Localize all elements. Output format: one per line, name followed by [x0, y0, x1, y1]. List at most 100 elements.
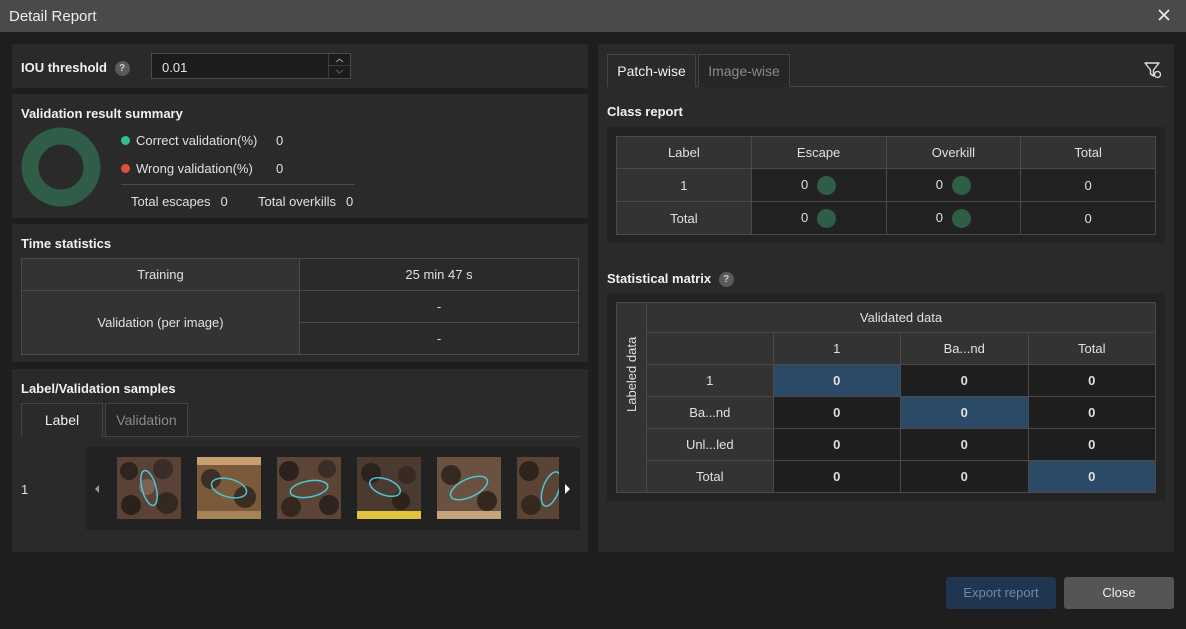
sample-row-label: 1: [21, 482, 29, 497]
escape-value: 0: [801, 176, 809, 192]
status-circle-icon: [817, 175, 837, 195]
tab-image-wise[interactable]: Image-wise: [698, 54, 790, 87]
matrix-row-header: 1: [646, 364, 774, 397]
overkill-value: 0: [935, 176, 943, 192]
time-title: Time statistics: [21, 236, 112, 251]
summary-donut-chart: [21, 127, 101, 207]
matrix-cell: 0: [899, 364, 1029, 397]
iou-stepper[interactable]: [328, 54, 350, 78]
escapes-value: 0: [220, 194, 228, 209]
iou-threshold-input[interactable]: 0.01: [151, 53, 351, 79]
escapes-label: Total escapes: [131, 194, 211, 209]
matrix-col-header: Total: [1027, 332, 1156, 365]
samples-tab-underline: [21, 436, 579, 437]
stepper-up-button[interactable]: [329, 54, 350, 66]
matrix-cell: 0: [1027, 364, 1156, 397]
matrix-title-text: Statistical matrix: [607, 271, 712, 286]
class-header-escape: Escape: [750, 136, 887, 169]
class-report-title: Class report: [607, 104, 683, 119]
matrix-cell: 0: [1027, 460, 1156, 493]
stepper-down-button[interactable]: [329, 66, 350, 78]
tab-patch-wise[interactable]: Patch-wise: [607, 54, 696, 87]
class-header-label: Label: [616, 136, 752, 169]
help-icon[interactable]: ?: [114, 61, 130, 77]
class-total-value: 0: [1020, 168, 1156, 202]
sample-thumbnail[interactable]: [437, 457, 501, 519]
validation-label: Validation (per image): [21, 290, 300, 355]
status-circle-icon: [817, 208, 837, 228]
matrix-cell: 0: [772, 364, 901, 397]
wrong-dot-icon: [121, 164, 130, 173]
class-row-label: Total: [616, 201, 752, 235]
chevron-left-icon[interactable]: [92, 483, 102, 495]
validated-data-header: Validated data: [646, 302, 1156, 333]
sample-thumbnail[interactable]: [357, 457, 421, 519]
tab-validation[interactable]: Validation: [105, 403, 188, 436]
wrong-label: Wrong validation(%): [136, 161, 253, 176]
iou-label-text: IOU threshold: [21, 60, 107, 75]
correct-dot-icon: [121, 136, 130, 145]
chevron-up-icon: [335, 58, 344, 63]
matrix-corner: [646, 332, 774, 365]
export-report-button[interactable]: Export report: [946, 577, 1056, 609]
class-total-value: 0: [1020, 201, 1156, 235]
correct-value: 0: [276, 133, 284, 148]
escapes-row: Total escapes 0: [131, 194, 228, 209]
validation-value-2: -: [299, 322, 579, 355]
matrix-col-header: Ba...nd: [899, 332, 1029, 365]
summary-divider: [121, 184, 355, 185]
iou-label: IOU threshold ?: [21, 60, 130, 77]
class-overkill-cell: 0: [885, 168, 1022, 202]
help-icon[interactable]: ?: [718, 272, 734, 288]
close-button[interactable]: Close: [1064, 577, 1174, 609]
iou-threshold-value: 0.01: [162, 60, 188, 75]
matrix-row-header: Unl...led: [646, 428, 774, 461]
chevron-right-icon[interactable]: [562, 482, 572, 496]
sample-thumbnail[interactable]: [517, 457, 559, 519]
training-value: 25 min 47 s: [299, 258, 579, 291]
correct-label: Correct validation(%): [136, 133, 258, 148]
statistical-matrix-table: Labeled data Validated data 1 Ba...nd To…: [616, 302, 1156, 493]
summary-title: Validation result summary: [21, 106, 183, 121]
samples-title: Label/Validation samples: [21, 381, 176, 396]
tab-label[interactable]: Label: [21, 403, 103, 437]
class-report-table: Label Escape Overkill Total 1 0 0 0 Tota…: [616, 136, 1156, 235]
matrix-cell: 0: [1027, 396, 1156, 429]
status-circle-icon: [952, 175, 971, 195]
correct-legend: Correct validation(%) 0: [121, 133, 283, 148]
close-icon[interactable]: [1156, 7, 1172, 23]
class-escape-cell: 0: [750, 168, 887, 202]
matrix-cell: 0: [772, 396, 901, 429]
filter-settings-icon[interactable]: [1143, 60, 1163, 80]
sample-thumbnail[interactable]: [197, 457, 261, 519]
matrix-cell: 0: [772, 460, 901, 493]
wrong-value: 0: [276, 161, 284, 176]
status-circle-icon: [952, 208, 971, 228]
labeled-data-cell: Labeled data: [616, 302, 647, 493]
time-table: Training 25 min 47 s Validation (per ima…: [21, 258, 579, 355]
overkill-value: 0: [935, 209, 943, 225]
validation-value-1: -: [299, 290, 579, 323]
sample-thumbnail[interactable]: [117, 457, 181, 519]
matrix-col-header: 1: [772, 332, 901, 365]
chevron-down-icon: [335, 69, 344, 74]
title-bar: Detail Report: [0, 0, 1186, 32]
matrix-cell: 0: [899, 460, 1029, 493]
overkills-label: Total overkills: [258, 194, 337, 209]
wrong-legend: Wrong validation(%) 0: [121, 161, 283, 176]
matrix-cell: 0: [1027, 428, 1156, 461]
class-header-total: Total: [1020, 136, 1156, 169]
matrix-row-header: Ba...nd: [646, 396, 774, 429]
labeled-data-header: Labeled data: [624, 336, 639, 412]
class-escape-cell: 0: [750, 201, 887, 235]
class-header-overkill: Overkill: [885, 136, 1022, 169]
matrix-cell: 0: [899, 428, 1029, 461]
class-overkill-cell: 0: [885, 201, 1022, 235]
matrix-cell: 0: [899, 396, 1029, 429]
matrix-cell: 0: [772, 428, 901, 461]
overkills-value: 0: [346, 194, 354, 209]
sample-thumbnail[interactable]: [277, 457, 341, 519]
class-row-label: 1: [616, 168, 752, 202]
matrix-row-header: Total: [646, 460, 774, 493]
training-label: Training: [21, 258, 300, 291]
